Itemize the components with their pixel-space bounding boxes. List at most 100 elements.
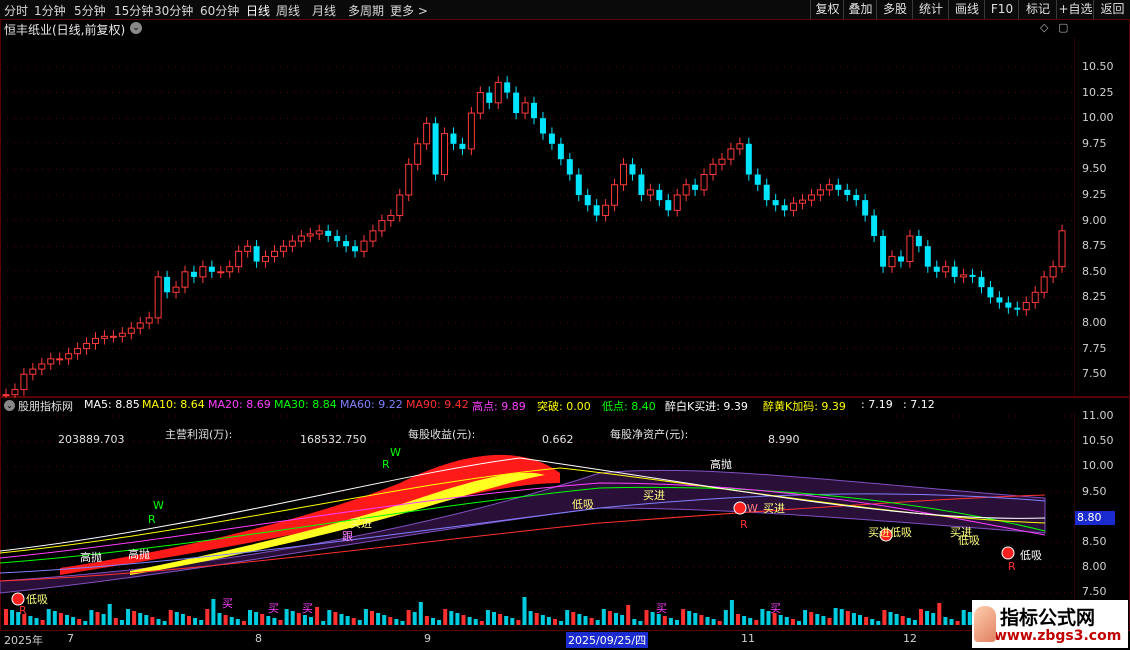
candle [91, 337, 99, 344]
candle [109, 335, 117, 338]
candle [888, 255, 896, 268]
volume-bar [662, 616, 667, 625]
volume-bar [77, 619, 82, 625]
volume-bar [132, 611, 137, 625]
volume-bar [418, 602, 423, 625]
candle [816, 189, 824, 196]
watermark-logo: 指标公式网 www.zbgs3.com [972, 600, 1128, 648]
volume-bar [894, 614, 899, 625]
candle [853, 195, 860, 201]
toolbar-button-7[interactable]: +自选 [1056, 0, 1094, 19]
candle [476, 92, 484, 114]
volume-bar [803, 610, 808, 625]
fundamental-label-1: 主营利润(万): [165, 428, 233, 441]
volume-bar [534, 613, 539, 625]
volume-bar [89, 610, 94, 625]
candle [504, 82, 511, 93]
price-axis-label: 9.25 [1082, 188, 1107, 201]
signal-mairu-4: 买进 [868, 526, 890, 539]
timeframe-tab-6[interactable]: 日线 [246, 2, 270, 19]
timeframe-tab-9[interactable]: 多周期 [348, 2, 384, 19]
timeframe-tab-10[interactable]: 更多 > [390, 2, 428, 19]
volume-bar [65, 615, 69, 625]
timeframe-tab-5[interactable]: 60分钟 [200, 2, 239, 19]
volume-bar [382, 615, 387, 625]
volume-bar [510, 618, 515, 625]
volume-bar [394, 619, 399, 625]
toolbar-button-8[interactable]: 返回 [1093, 0, 1130, 19]
volume-bar [638, 621, 643, 625]
chevron-down-icon[interactable]: ⌄ [130, 22, 142, 34]
close-icon[interactable]: ▢ [1058, 21, 1068, 34]
volume-bar [95, 612, 100, 625]
price-axis-label: 8.75 [1082, 239, 1107, 253]
volume-bar [516, 620, 521, 625]
signal-ball [733, 501, 747, 515]
timeframe-tab-3[interactable]: 15分钟 [114, 2, 153, 19]
candle [790, 202, 798, 211]
candle [47, 358, 55, 365]
candle [226, 266, 234, 273]
timeframe-tab-4[interactable]: 30分钟 [154, 2, 193, 19]
volume-bar [955, 621, 960, 625]
timeframe-tab-7[interactable]: 周线 [276, 2, 300, 19]
candle [118, 332, 126, 337]
indicator-name[interactable]: 股朋指标网 [18, 398, 73, 414]
indicator-chart[interactable] [0, 413, 1075, 631]
volume-bar [565, 610, 570, 625]
volume-bar [729, 600, 734, 625]
date-label-year: 2025年 [4, 634, 43, 647]
timeframe-tab-0[interactable]: 分时 [4, 2, 28, 19]
candle [343, 241, 350, 247]
volume-bar [241, 621, 246, 625]
candle [1040, 276, 1048, 293]
candle [718, 158, 726, 165]
gear-icon[interactable]: ⌄ [4, 400, 15, 411]
volume-bar [540, 615, 545, 625]
volume-bar [601, 609, 606, 625]
timeframe-tab-1[interactable]: 1分钟 [34, 2, 66, 19]
diamond-icon[interactable]: ◇ [1040, 21, 1048, 34]
candle [432, 123, 439, 175]
volume-bar [809, 612, 814, 625]
timeframe-tab-2[interactable]: 5分钟 [74, 2, 106, 19]
candle [279, 245, 287, 252]
volume-bar [736, 614, 740, 625]
volume-bar [845, 611, 850, 625]
date-label-sep: 9 [424, 632, 431, 645]
volume-bar [937, 603, 942, 625]
candle [360, 240, 368, 252]
toolbar-button-3[interactable]: 统计 [912, 0, 949, 19]
fundamental-label-2: 每股收益(元): [408, 428, 476, 441]
fundamental-value-3: 0.662 [542, 433, 574, 446]
toolbar-button-4[interactable]: 画线 [948, 0, 985, 19]
volume-bar [577, 614, 582, 625]
toolbar-button-0[interactable]: 复权 [810, 0, 844, 19]
candle [164, 276, 171, 293]
legend-item-6: 高点: 9.89 [472, 400, 526, 413]
toolbar-button-6[interactable]: 标记 [1018, 0, 1057, 19]
volume-bar [888, 612, 893, 625]
volume-bar [919, 609, 923, 625]
volume-bar [504, 616, 509, 625]
chart-title-row: 恒丰纸业(日线,前复权) ⌄ ◇ ▢ [0, 20, 1075, 38]
volume-bar [778, 615, 783, 625]
volume-bar [492, 612, 496, 625]
volume-bar [528, 611, 533, 625]
candlestick-chart[interactable] [0, 38, 1075, 398]
candle [396, 194, 404, 216]
volume-bar [485, 610, 490, 625]
volume-bar [723, 610, 728, 625]
toolbar-button-2[interactable]: 多股 [876, 0, 913, 19]
signal-dixi-1: 低吸 [26, 593, 48, 606]
volume-bar [699, 615, 704, 625]
timeframe-tab-8[interactable]: 月线 [312, 2, 336, 19]
toolbar-button-1[interactable]: 叠加 [843, 0, 877, 19]
candle [521, 102, 529, 114]
signal-gaopao-3: 高抛 [710, 458, 732, 471]
volume-bar [107, 604, 112, 625]
volume-bar [815, 614, 820, 625]
stock-title[interactable]: 恒丰纸业(日线,前复权) [4, 21, 125, 38]
toolbar-button-5[interactable]: F10 [984, 0, 1019, 19]
timeframe-toolbar: 分时 1分钟 5分钟 15分钟 30分钟 60分钟 日线 周线 月线 多周期 更多 > 复权 叠加 多股统… [0, 0, 1130, 20]
